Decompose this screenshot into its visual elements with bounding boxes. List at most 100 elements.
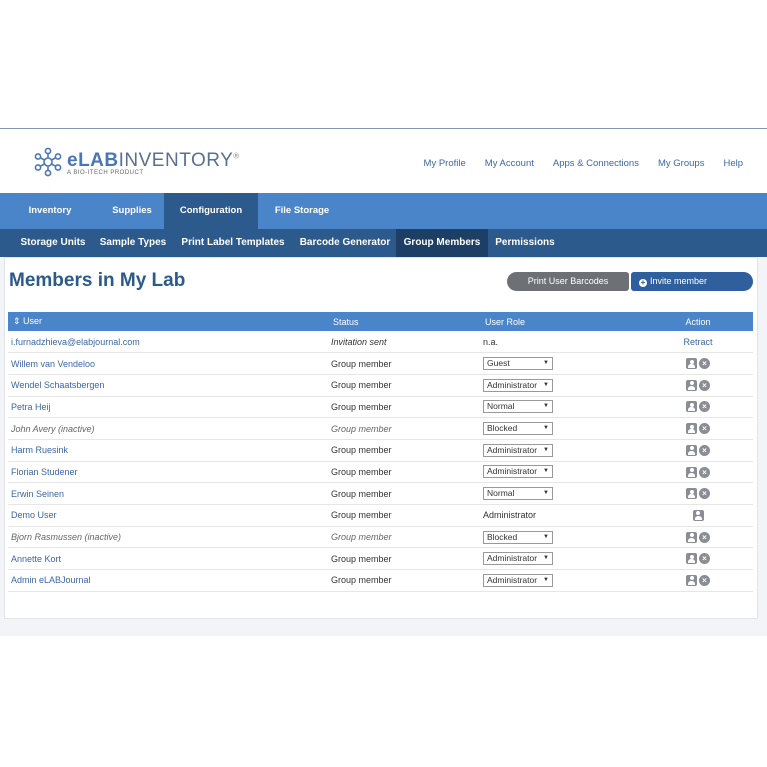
user-card-icon[interactable] [686,574,697,586]
table-header-row: ⇕ User Status User Role Action [8,312,753,331]
subtab-group-members[interactable]: Group Members [396,229,488,257]
role-select[interactable]: Administrator ▼ [483,465,553,479]
remove-circle-icon[interactable]: × [699,444,710,456]
member-status: Group member [328,396,480,419]
role-select-value: Normal [487,401,515,412]
member-status: Group member [328,569,480,592]
user-card-icon[interactable] [686,379,697,391]
role-select-value: Administrator [487,574,538,585]
remove-circle-icon[interactable]: × [699,488,710,500]
member-name[interactable]: Bjorn Rasmussen (inactive) [8,526,328,549]
link-apps-connections[interactable]: Apps & Connections [553,158,639,169]
role-select[interactable]: Blocked ▼ [483,530,553,544]
member-status: Group member [328,417,480,440]
remove-circle-icon[interactable]: × [699,379,710,391]
caret-down-icon: ▼ [543,533,549,540]
top-links: My Profile My Account Apps & Connections… [424,158,743,169]
brand-tagline: A BIO-ITECH PRODUCT [67,170,144,176]
content-panel: Members in My Lab Print User Barcodes + I… [4,257,758,619]
subtab-barcode-generator[interactable]: Barcode Generator [294,229,396,257]
role-select[interactable]: Administrator ▼ [483,378,553,392]
app-window: eLABINVENTORY® A BIO-ITECH PRODUCT My Pr… [0,128,767,636]
remove-circle-icon[interactable]: × [699,553,710,565]
column-header-user[interactable]: ⇕ User [8,312,328,331]
role-text: n.a. [483,336,499,347]
role-select[interactable]: Administrator ▼ [483,552,553,566]
role-select[interactable]: Normal ▼ [483,487,553,501]
member-name[interactable]: Admin eLABJournal [8,569,328,592]
table-row: Florian Studener Group member Administrato… [8,461,753,484]
caret-down-icon: ▼ [543,468,549,475]
table-row: Harm Ruesink Group member Administrator ▼ × [8,439,753,462]
retract-link[interactable]: Retract [683,337,712,347]
role-select[interactable]: Guest ▼ [483,357,553,371]
member-name[interactable]: John Avery (inactive) [8,417,328,440]
subtab-permissions[interactable]: Permissions [488,229,562,257]
role-text: Administrator [483,510,537,521]
user-card-icon[interactable] [692,509,704,521]
tab-inventory[interactable]: Inventory [0,193,100,229]
user-card-icon[interactable] [686,444,697,456]
caret-down-icon: ▼ [543,555,549,562]
member-name[interactable]: Willem van Vendeloo [8,352,328,375]
tab-file-storage[interactable]: File Storage [258,193,346,229]
member-name[interactable]: Harm Ruesink [8,439,328,462]
user-card-icon[interactable] [686,358,697,370]
tab-supplies[interactable]: Supplies [100,193,164,229]
role-select[interactable]: Administrator ▼ [483,443,553,457]
link-my-groups[interactable]: My Groups [658,158,704,169]
remove-circle-icon[interactable]: × [699,574,710,586]
user-card-icon[interactable] [686,401,697,413]
sub-nav: Storage Units Sample Types Print Label T… [0,229,767,257]
caret-down-icon: ▼ [543,360,549,367]
column-header-user-role: User Role [480,312,643,331]
member-name[interactable]: Wendel Schaatsbergen [8,374,328,397]
role-select[interactable]: Administrator ▼ [483,573,553,587]
role-select[interactable]: Normal ▼ [483,400,553,414]
remove-circle-icon[interactable]: × [699,531,710,543]
molecule-icon [34,147,62,177]
member-name[interactable]: Florian Studener [8,461,328,484]
invite-member-button[interactable]: + Invite member [631,272,753,291]
main-nav: Inventory Supplies Configuration File St… [0,193,767,229]
table-row: Wendel Schaatsbergen Group member Administ… [8,374,753,397]
role-select[interactable]: Blocked ▼ [483,422,553,436]
member-name[interactable]: i.furnadzhieva@elabjournal.com [8,331,328,354]
user-card-icon[interactable] [686,466,697,478]
print-user-barcodes-button[interactable]: Print User Barcodes [507,272,629,291]
member-status: Group member [328,547,480,571]
tab-configuration[interactable]: Configuration [164,193,258,229]
invite-member-label: Invite member [650,276,708,286]
subtab-print-label-templates[interactable]: Print Label Templates [172,229,294,257]
role-select-value: Normal [487,488,515,499]
role-select-value: Guest [487,358,510,369]
member-role-cell: Administrator ▼ [480,547,643,571]
table-row: Petra Heij Group member Normal ▼ × [8,396,753,419]
role-select-value: Administrator [487,466,538,477]
member-role-cell: Normal ▼ [480,396,643,419]
member-role-cell: n.a. [480,331,643,354]
remove-circle-icon[interactable]: × [699,358,710,370]
subtab-sample-types[interactable]: Sample Types [94,229,172,257]
member-name[interactable]: Erwin Seinen [8,482,328,505]
remove-circle-icon[interactable]: × [699,466,710,478]
top-header: eLABINVENTORY® A BIO-ITECH PRODUCT My Pr… [0,129,767,193]
member-name[interactable]: Demo User [8,504,328,527]
table-row: John Avery (inactive) Group member Blocked… [8,417,753,440]
user-card-icon[interactable] [686,531,697,543]
table-row: Bjorn Rasmussen (inactive) Group member Bl… [8,526,753,549]
remove-circle-icon[interactable]: × [699,423,710,435]
member-status: Group member [328,461,480,484]
caret-down-icon: ▼ [543,425,549,432]
user-card-icon[interactable] [686,553,697,565]
user-card-icon[interactable] [686,423,697,435]
member-name[interactable]: Petra Heij [8,396,328,419]
link-my-profile[interactable]: My Profile [424,158,466,169]
subtab-storage-units[interactable]: Storage Units [12,229,94,257]
member-name[interactable]: Annette Kort [8,547,328,571]
link-my-account[interactable]: My Account [485,158,534,169]
link-help[interactable]: Help [723,158,743,169]
user-card-icon[interactable] [686,488,697,500]
remove-circle-icon[interactable]: × [699,401,710,413]
member-role-cell: Administrator [480,504,643,527]
